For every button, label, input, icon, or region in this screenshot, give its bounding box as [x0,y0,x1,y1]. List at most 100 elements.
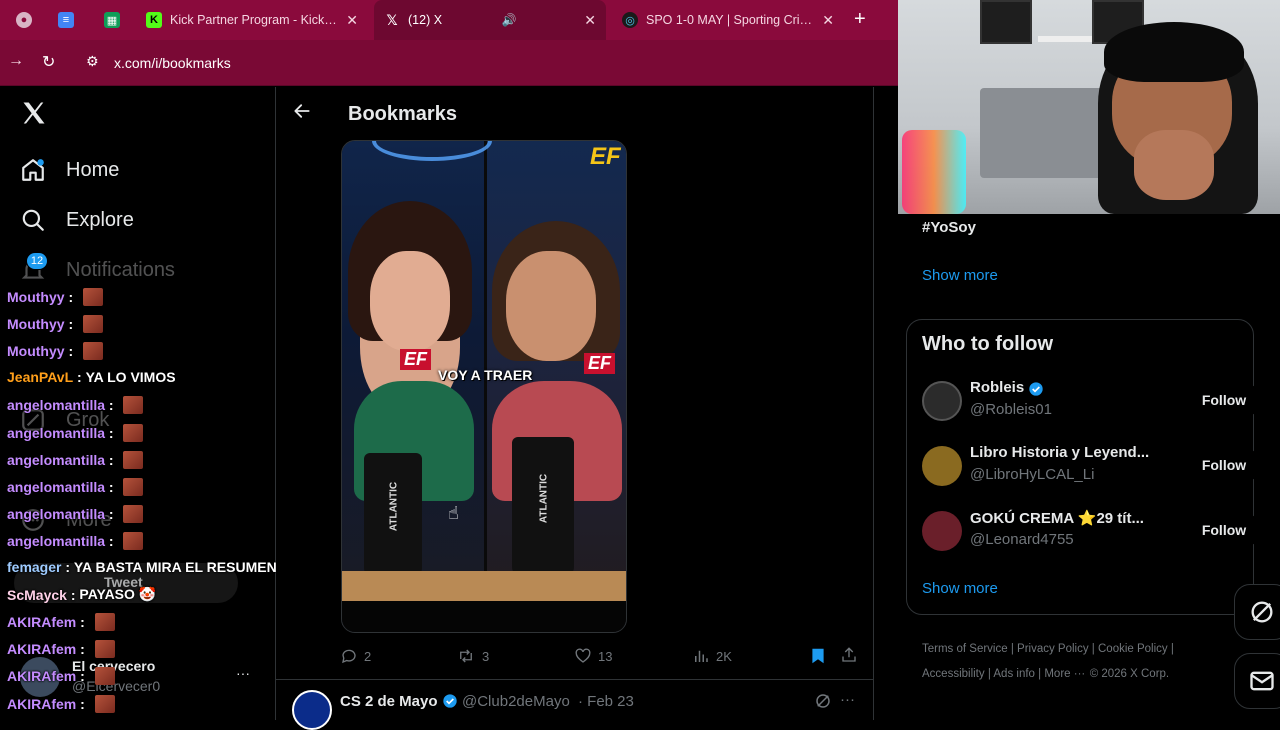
chat-username: femager [7,559,62,575]
site-settings-icon[interactable]: ⚙ [86,53,99,70]
avatar[interactable] [292,690,332,730]
verified-icon [442,693,458,714]
streamer-hand [1134,130,1214,200]
chat-emote [94,640,115,659]
chat-separator: : [73,369,86,386]
bookmark-button[interactable] [810,647,826,670]
sidebar-item-home[interactable]: Home [20,157,119,183]
browser-tab-pinned-2[interactable]: ≡ [48,0,82,40]
footer-cookie[interactable]: Cookie Policy [1098,643,1168,655]
wall-shelf [980,0,1032,44]
chat-emote [123,504,144,523]
headboard [980,88,1110,178]
who-to-follow-title: Who to follow [922,333,1054,355]
chat-username: AKIRAfem [7,614,77,631]
home-icon [20,157,46,183]
browser-tab-sporting[interactable]: ◎ SPO 1-0 MAY | Sporting Cristal ✕ [612,0,844,40]
rgb-speaker [902,130,966,214]
chat-username: Mouthyy [7,343,65,360]
chat-separator: : [105,451,118,468]
suggestion-handle: @LibroHyLCAL_Li [970,466,1095,483]
url-field[interactable]: x.com/i/bookmarks [114,55,231,71]
chat-separator: : [64,289,78,305]
speaker-icon[interactable]: 🔊 [502,13,517,27]
verified-icon [1028,381,1044,402]
chat-message: angelomantilla : [7,423,144,442]
chat-emote [83,288,104,306]
messages-floating-button[interactable] [1234,653,1280,709]
chat-emote [123,477,144,496]
kick-icon: K [146,12,162,28]
browser-tab-pinned-1[interactable]: ● [6,0,34,40]
footer-accessibility[interactable]: Accessibility [922,668,985,680]
follow-button[interactable]: Follow [1186,449,1262,481]
chat-separator: : [64,316,78,333]
views-button[interactable]: 2K [692,647,732,665]
forward-icon[interactable]: → [8,52,24,70]
show-more-trends-link[interactable]: Show more [922,267,998,284]
footer-ads-info[interactable]: Ads info [993,668,1035,680]
bookmark-icon [812,648,824,664]
chat-username: AKIRAfem [7,668,77,685]
repost-button[interactable]: 3 [456,647,489,665]
brand-logo: EF [584,353,616,374]
chat-separator: : [64,343,78,360]
avatar[interactable] [922,511,962,551]
post-more-icon[interactable]: ··· [840,691,855,708]
next-post-date: · Feb 23 [578,693,634,710]
trend-item[interactable]: #YoSoy [922,219,976,236]
streamer-hair [1104,22,1244,82]
close-icon[interactable]: ✕ [814,12,834,29]
reply-button[interactable]: 2 [340,647,371,665]
chat-username: angelomantilla [7,532,106,549]
repost-count: 3 [482,648,490,664]
chat-separator: : [105,424,118,441]
repost-icon [460,649,472,663]
next-post-name[interactable]: CS 2 de Mayo [340,693,438,710]
new-tab-button[interactable]: + [854,8,866,31]
avatar[interactable] [922,446,962,486]
close-icon[interactable]: ✕ [338,12,358,29]
close-icon[interactable]: ✕ [576,12,596,29]
follow-button[interactable]: Follow [1186,514,1262,546]
stream-chat-overlay: Mouthyy : Mouthyy : Mouthyy : JeanPAvL :… [0,288,300,720]
chat-username: angelomantilla [7,505,106,522]
wall-shelf [1038,36,1098,42]
avatar[interactable] [922,381,962,421]
footer-more[interactable]: More ··· [1044,668,1085,680]
back-arrow-icon[interactable] [292,101,312,126]
browser-tab-x[interactable]: 𝕏 (12) X 🔊 ✕ [374,0,606,40]
chat-separator: : [76,614,89,631]
grok-icon[interactable] [814,692,832,715]
chat-emote [94,667,115,686]
docs-icon: ≡ [58,12,74,28]
footer-terms[interactable]: Terms of Service [922,643,1008,655]
follow-button[interactable]: Follow [1186,384,1262,416]
show-more-suggestions-link[interactable]: Show more [922,580,998,597]
like-count: 13 [598,648,613,664]
x-logo-icon[interactable] [20,99,48,132]
sidebar-item-explore[interactable]: Explore [20,207,134,233]
sidebar-item-label: Explore [66,208,134,231]
grok-floating-button[interactable] [1234,584,1280,640]
chat-emote [94,613,115,632]
reload-icon[interactable]: ↻ [42,52,55,72]
mail-icon [1250,671,1274,691]
chat-username: angelomantilla [7,397,106,414]
chat-message: Mouthyy : [7,315,104,334]
footer-privacy[interactable]: Privacy Policy [1017,643,1089,655]
chat-separator: : [76,668,89,685]
chat-message: femager : YA BASTA MIRA EL RESUMEN [7,559,277,575]
chat-message: AKIRAfem : [7,694,115,713]
share-button[interactable] [840,646,858,669]
browser-tab-pinned-3[interactable]: ▦ [94,0,128,40]
video-divider [484,141,487,632]
next-post-handle[interactable]: @Club2deMayo [462,693,570,710]
footer-links: Terms of Service | Privacy Policy | Cook… [922,643,1174,680]
post-video[interactable]: EF EF EF VOY A TRAER ATLANTIC ATLANTIC ☝ [341,140,627,633]
webcam-overlay [898,0,1280,214]
like-button[interactable]: 13 [574,647,612,665]
sidebar-item-label: Notifications [66,258,175,281]
browser-tab-kick[interactable]: K Kick Partner Program - Kick Das ✕ [136,0,368,40]
bookmarks-column: Bookmarks EF EF EF VOY A TRAER ATLANTIC … [276,87,874,730]
